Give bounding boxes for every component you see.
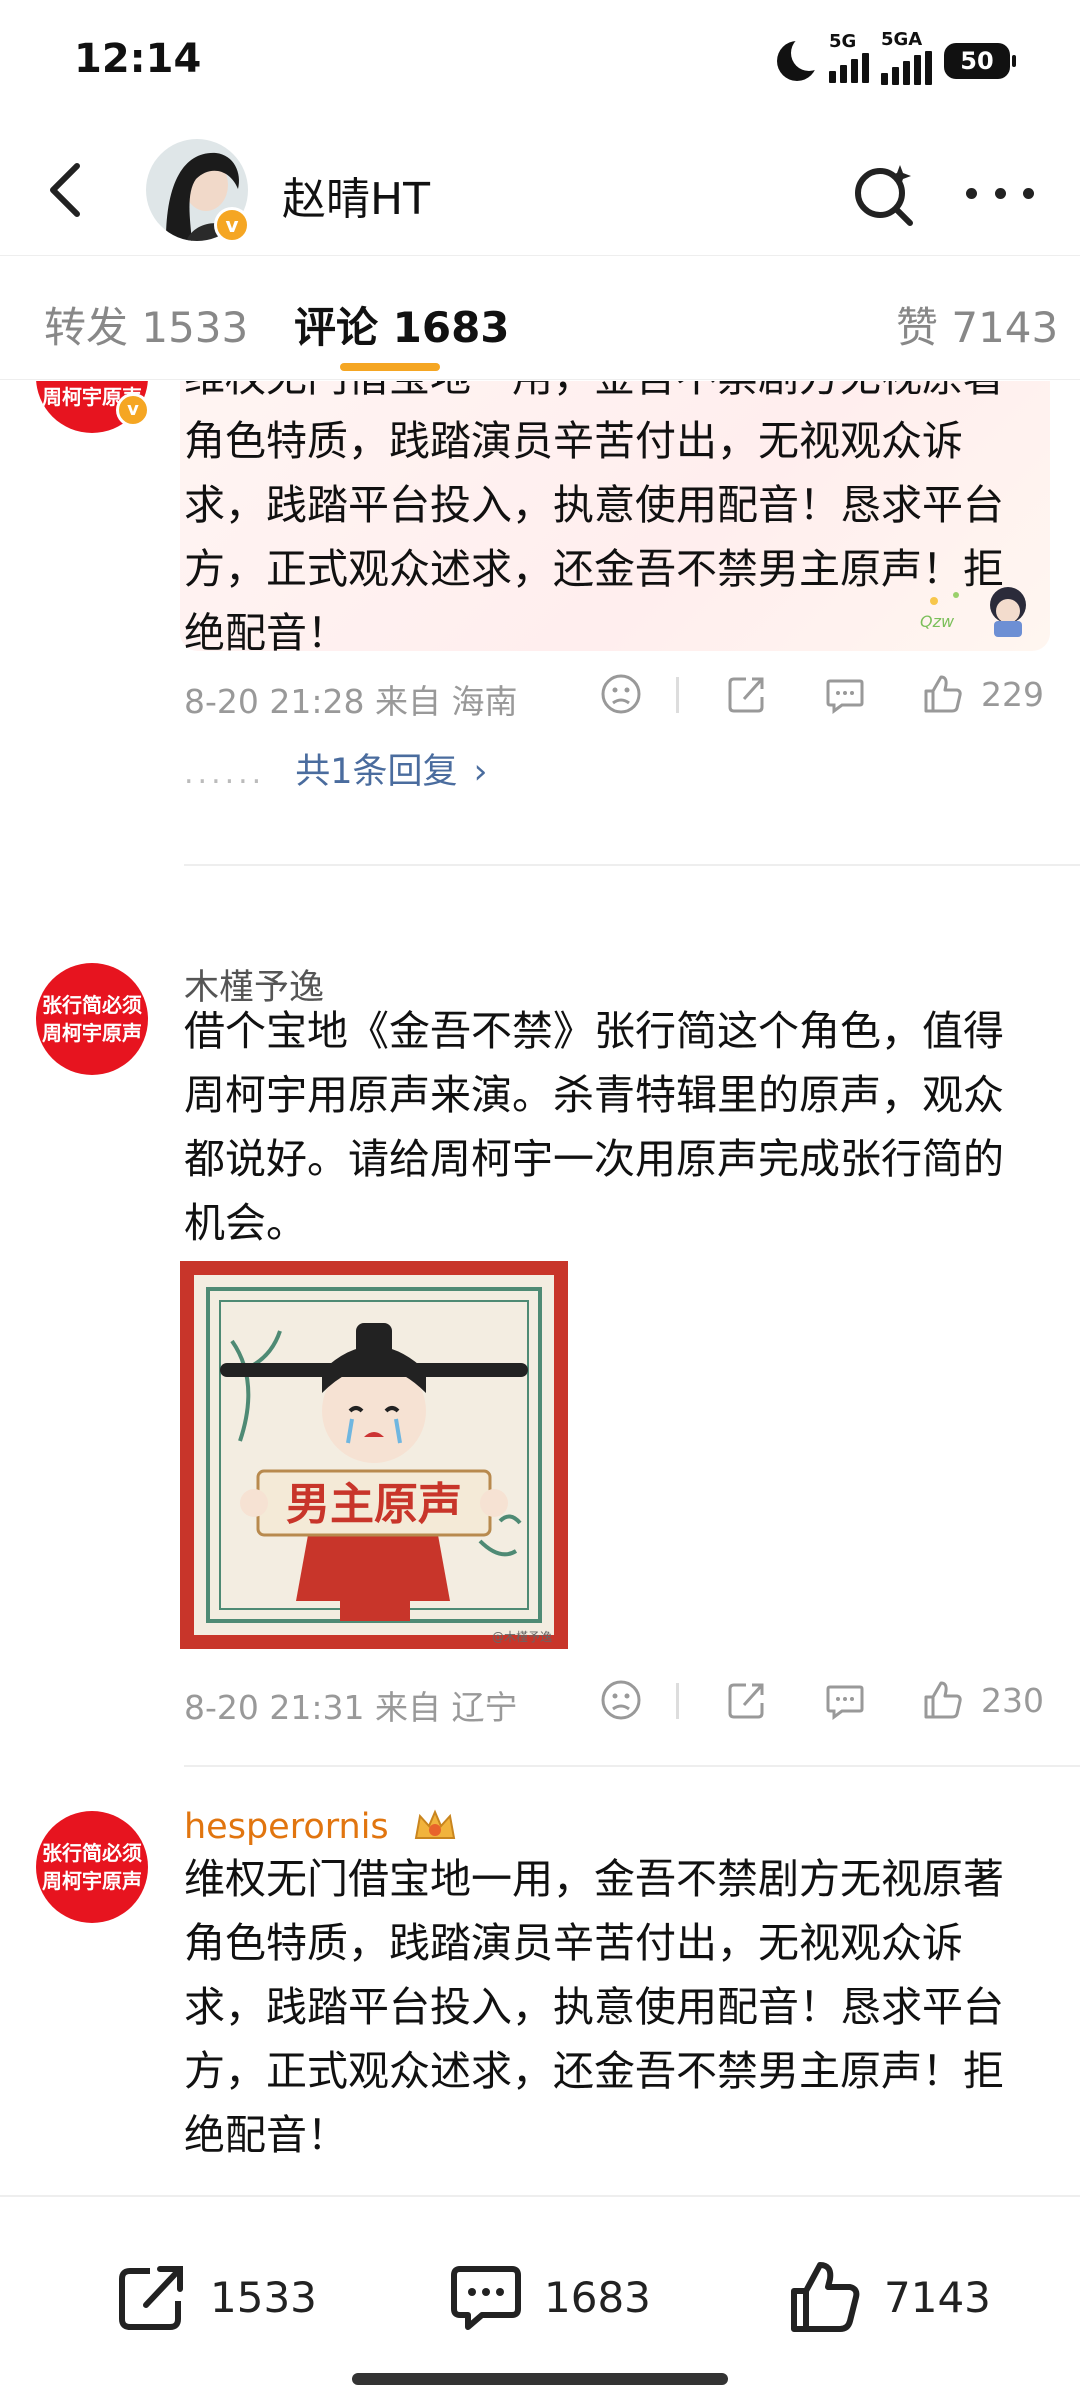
like-thumb-icon: [791, 2262, 860, 2332]
post-tabs: 转发 1533 评论 1683 赞 7143: [0, 255, 1080, 380]
comment-divider: [184, 1765, 1080, 1767]
dislike-face-icon[interactable]: [598, 671, 644, 717]
comment-icon: [451, 2266, 521, 2330]
status-icons: 5G 5GA 50: [777, 29, 1016, 86]
verified-badge-icon: v: [214, 207, 250, 243]
view-replies-link[interactable]: ...... 共1条回复 ›: [184, 743, 488, 794]
bottom-action-bar: 1533 1683 7143: [0, 2195, 1080, 2403]
share-icon[interactable]: [724, 671, 770, 717]
comment-text: 维权无门借宝地一用，金吾不禁剧方无视原著角色特质，践踏演员辛苦付出，无视观众诉求…: [184, 381, 1004, 657]
more-dot-icon: [994, 187, 1006, 199]
image-banner-text: 男主原声: [286, 1479, 462, 1530]
post-header: v 赵晴HT: [0, 125, 1080, 255]
more-dot-icon: [966, 187, 977, 199]
more-dot-icon: [1023, 187, 1034, 199]
repost-count: 1533: [210, 2272, 317, 2322]
back-button[interactable]: [30, 155, 100, 225]
back-arrow-icon: [50, 163, 80, 217]
repost-icon: [119, 2266, 183, 2330]
reply-dots: ......: [184, 756, 266, 791]
verified-badge-icon: v: [116, 393, 150, 427]
like-count: 230: [981, 1681, 1044, 1720]
active-tab-indicator: [340, 363, 440, 371]
commenter-avatar[interactable]: 张行简必须 周柯宇原声: [36, 1811, 148, 1923]
comment-image[interactable]: 男主原声 @木槿予逸: [180, 1261, 568, 1649]
status-bar: 12:14 5G 5GA 50: [0, 0, 1080, 120]
signal-5ga-icon: 5GA: [881, 29, 932, 85]
comment-list[interactable]: 周柯宇原声 v Qzw 维权无门借宝地一用，金吾不禁剧方无视原著角色特质，践踏演…: [0, 381, 1080, 2195]
home-indicator[interactable]: [352, 2373, 728, 2385]
commenter-avatar[interactable]: 张行简必须 周柯宇原声: [36, 963, 148, 1075]
comment-text: 维权无门借宝地一用，金吾不禁剧方无视原著角色特质，践踏演员辛苦付出，无视观众诉求…: [184, 1855, 1004, 2159]
reply-icon[interactable]: [822, 1677, 868, 1723]
chevron-right-icon: ›: [473, 752, 488, 792]
comment-text: 借个宝地《金吾不禁》张行简这个角色，值得周柯宇用原声来演。杀青特辑里的原声，观众…: [184, 1007, 1004, 1247]
reply-icon[interactable]: [822, 671, 868, 717]
comment-meta: 8-20 21:31 来自 辽宁 230: [184, 1669, 1044, 1729]
author-name[interactable]: 赵晴HT: [282, 163, 430, 227]
meta-divider: [676, 1683, 679, 1719]
search-button[interactable]: [848, 159, 918, 229]
comment-image-illustration: 男主原声 @木槿予逸: [180, 1261, 568, 1649]
comment-time: 8-20 21:31 来自 辽宁: [184, 1688, 518, 1727]
more-options-button[interactable]: [960, 163, 1040, 223]
do-not-disturb-icon: [777, 35, 827, 81]
battery-icon: 50: [944, 43, 1016, 79]
repost-button[interactable]: 1533: [112, 2257, 317, 2337]
signal-5g-icon: 5G: [829, 31, 869, 83]
search-icon: [855, 165, 913, 226]
like-icon[interactable]: [920, 671, 966, 717]
status-time: 12:14: [74, 36, 202, 82]
tab-likes[interactable]: 赞 7143: [896, 294, 1058, 355]
author-avatar[interactable]: v: [146, 139, 250, 243]
commenter-avatar[interactable]: 周柯宇原声 v: [36, 381, 150, 433]
comment-time: 8-20 21:28 来自 海南: [184, 682, 518, 721]
tab-comments[interactable]: 评论 1683: [294, 294, 510, 355]
commenter-name[interactable]: hesperornis: [184, 1807, 458, 1847]
image-watermark: @木槿予逸: [492, 1630, 552, 1644]
comment-meta: 8-20 21:28 来自 海南 229: [184, 663, 1044, 723]
vip-crown-icon: [414, 1809, 455, 1839]
dislike-face-icon[interactable]: [598, 1677, 644, 1723]
comment-count: 1683: [544, 2272, 651, 2322]
comment-divider: [184, 864, 1080, 866]
like-count: 229: [981, 675, 1044, 714]
reply-count: 共1条回复: [295, 752, 458, 792]
share-icon[interactable]: [724, 1677, 770, 1723]
like-icon[interactable]: [920, 1677, 966, 1723]
like-total: 7143: [884, 2272, 991, 2322]
meta-divider: [676, 677, 679, 713]
like-button[interactable]: 7143: [786, 2257, 991, 2337]
comment-button[interactable]: 1683: [446, 2257, 651, 2337]
tab-reposts[interactable]: 转发 1533: [44, 294, 248, 355]
